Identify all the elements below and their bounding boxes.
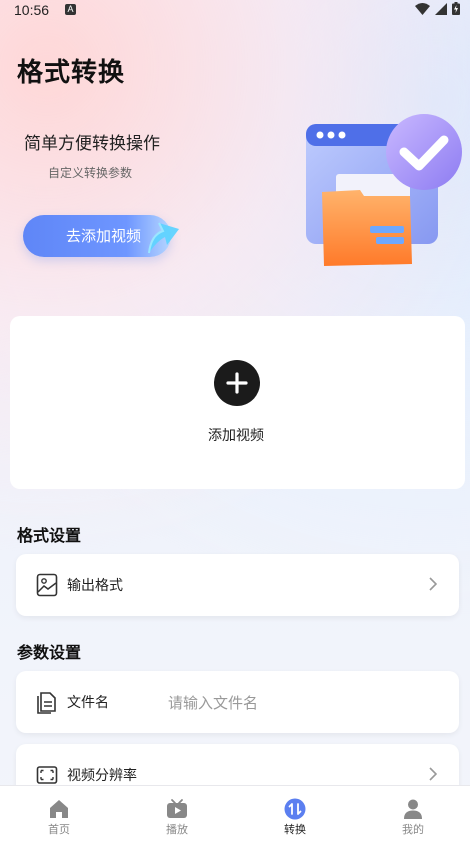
tab-label: 我的 xyxy=(402,823,424,836)
profile-icon xyxy=(404,799,422,819)
hero-subtitle: 自定义转换参数 xyxy=(48,166,133,180)
chevron-right-icon xyxy=(429,767,437,781)
home-icon xyxy=(50,800,68,818)
signal-icon xyxy=(435,2,447,15)
bottom-tab-bar: 首页 播放 转换 我的 xyxy=(0,785,470,843)
arrow-up-right-icon xyxy=(148,222,179,254)
filename-input[interactable] xyxy=(166,689,430,717)
filename-row: 文件名 xyxy=(16,671,459,733)
image-format-icon xyxy=(36,573,58,597)
resolution-label: 视频分辨率 xyxy=(67,768,137,784)
tab-label: 播放 xyxy=(166,823,188,836)
resolution-icon xyxy=(36,766,58,784)
tab-label: 首页 xyxy=(48,823,70,836)
page-title: 格式转换 xyxy=(17,58,126,88)
status-notification-icon: A xyxy=(65,4,76,15)
plus-icon xyxy=(226,372,248,394)
status-time: 10:56 xyxy=(14,2,50,18)
status-bar: 10:56 A xyxy=(0,0,470,20)
output-format-label: 输出格式 xyxy=(67,578,123,594)
add-video-button[interactable] xyxy=(214,360,260,406)
wifi-icon xyxy=(415,2,430,15)
output-format-row[interactable]: 输出格式 xyxy=(16,554,459,616)
chevron-right-icon xyxy=(429,577,437,591)
convert-icon xyxy=(284,798,306,820)
folder-check-illustration xyxy=(306,114,462,266)
format-settings-title: 格式设置 xyxy=(17,526,82,545)
params-settings-title: 参数设置 xyxy=(17,643,82,662)
battery-icon xyxy=(452,2,460,15)
play-icon xyxy=(167,799,187,818)
tab-profile[interactable]: 我的 xyxy=(354,786,470,843)
tab-home[interactable]: 首页 xyxy=(0,786,118,843)
tab-play[interactable]: 播放 xyxy=(118,786,236,843)
document-icon xyxy=(37,692,56,714)
add-video-label: 添加视频 xyxy=(208,428,264,444)
tab-convert[interactable]: 转换 xyxy=(236,786,354,843)
status-icons xyxy=(415,2,460,15)
hero-title: 简单方便转换操作 xyxy=(24,134,160,154)
filename-label: 文件名 xyxy=(67,695,109,711)
tab-label: 转换 xyxy=(284,823,306,836)
